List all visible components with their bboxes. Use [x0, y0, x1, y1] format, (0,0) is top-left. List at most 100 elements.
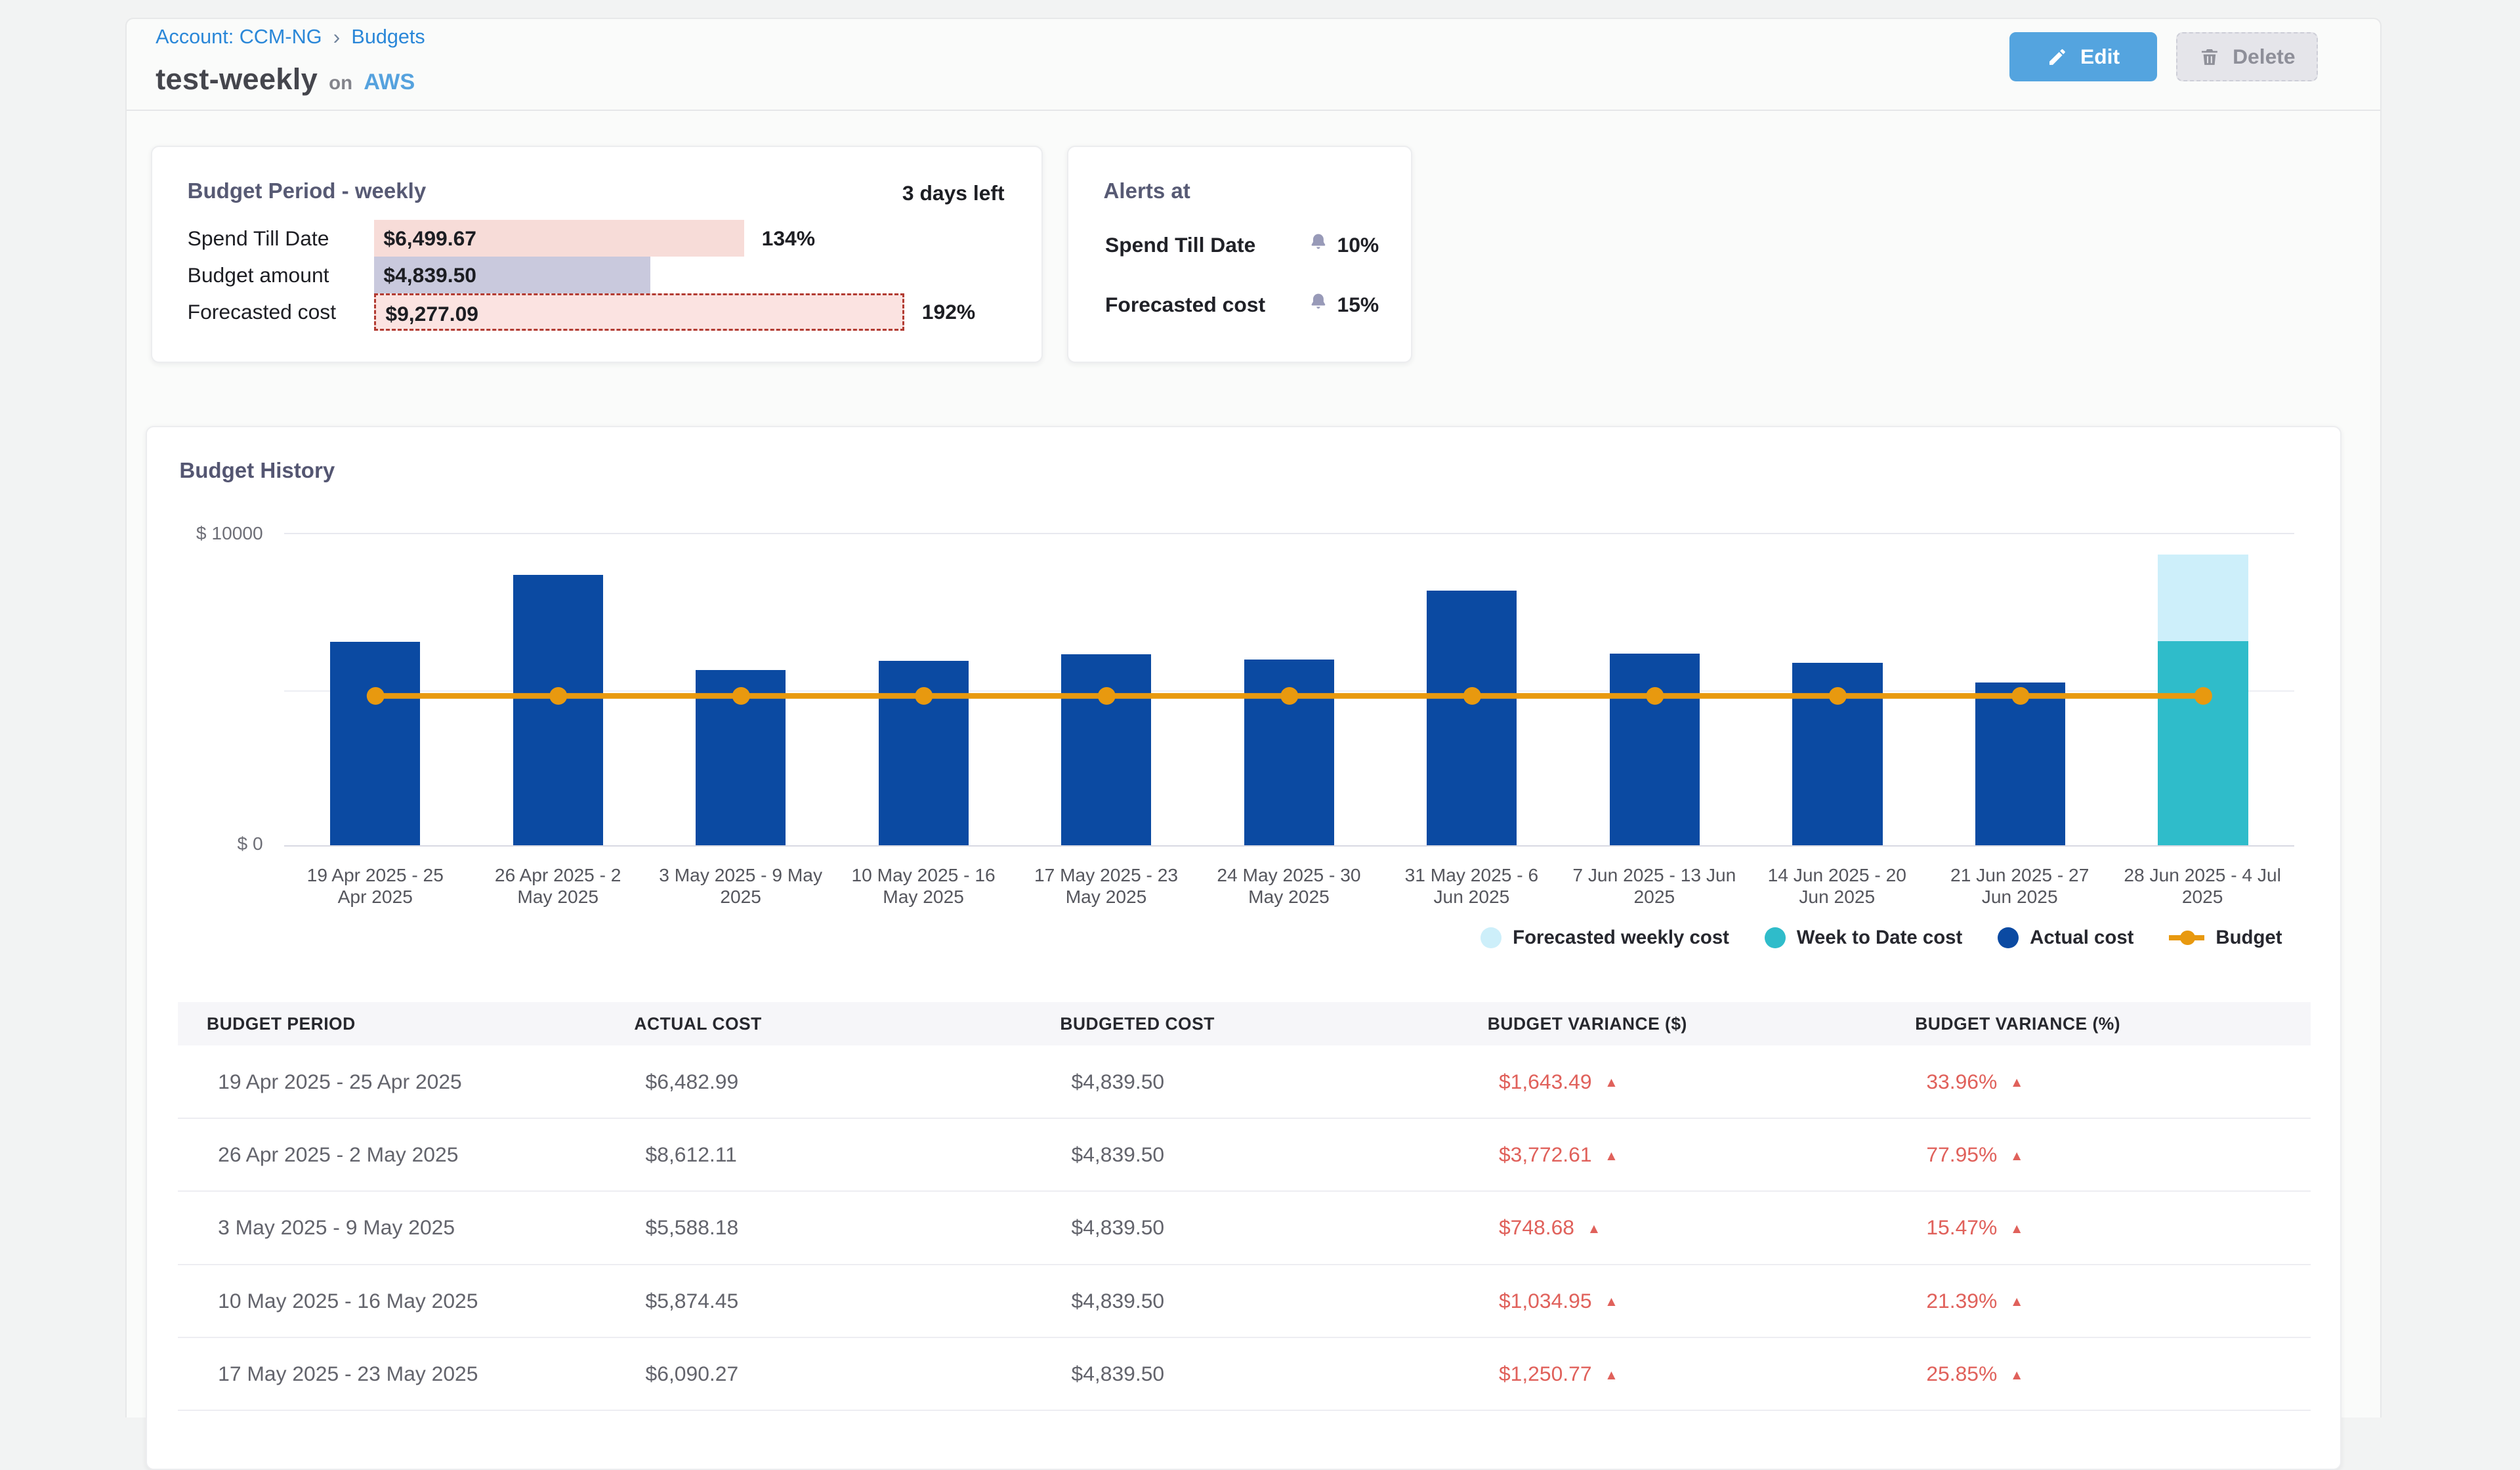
- title-connector: on: [329, 72, 352, 94]
- legend-item-week-to-date[interactable]: Week to Date cost: [1765, 927, 1962, 949]
- y-axis-label-zero: $ 0: [147, 833, 262, 854]
- budget-line-point: [2011, 687, 2029, 705]
- header-actions: Edit Delete: [2009, 32, 2318, 82]
- cell-budgeted-cost: $4,839.50: [1031, 1289, 1458, 1313]
- x-axis-label: 10 May 2025 - 16 May 2025: [832, 854, 1015, 908]
- x-axis-label: 3 May 2025 - 9 May 2025: [649, 854, 831, 908]
- breadcrumb-budgets-link[interactable]: Budgets: [351, 26, 425, 49]
- up-triangle-icon: ▲: [2010, 1221, 2024, 1236]
- budget-bar-percent: 192%: [922, 293, 975, 330]
- edit-button[interactable]: Edit: [2009, 32, 2157, 82]
- content-panel: Account: CCM-NG › Budgets test-weekly on…: [125, 18, 2382, 1418]
- legend-item-budget[interactable]: Budget: [2169, 927, 2282, 949]
- cell-budgeted-cost: $4,839.50: [1031, 1070, 1458, 1094]
- breadcrumb-account-link[interactable]: Account: CCM-NG: [156, 26, 322, 49]
- legend-item-forecasted[interactable]: Forecasted weekly cost: [1480, 927, 1729, 949]
- cell-budgeted-cost: $4,839.50: [1031, 1215, 1458, 1240]
- column-header-budgeted-cost: BUDGETED COST: [1031, 1014, 1458, 1034]
- budget-bar-row: Forecasted cost$9,277.09192%: [152, 293, 1041, 330]
- budget-bar-label: Forecasted cost: [152, 293, 374, 330]
- title-row: test-weekly on AWS: [156, 62, 415, 96]
- cell-budget-period: 26 Apr 2025 - 2 May 2025: [178, 1143, 605, 1167]
- chart-plot-area: [284, 533, 2295, 847]
- bell-icon: [1308, 290, 1329, 319]
- column-header-actual-cost: ACTUAL COST: [605, 1014, 1031, 1034]
- budget-line-point: [1828, 687, 1846, 705]
- budget-bar-label: Spend Till Date: [152, 220, 374, 257]
- up-triangle-icon: ▲: [1605, 1294, 1618, 1309]
- cell-budget-variance-pct: 33.96%▲: [1886, 1070, 2311, 1094]
- breadcrumb-separator-icon: ›: [333, 28, 341, 47]
- cell-budget-variance-usd: $1,250.77▲: [1459, 1362, 1886, 1386]
- legend-item-actual[interactable]: Actual cost: [1998, 927, 2133, 949]
- table-row: 10 May 2025 - 16 May 2025$5,874.45$4,839…: [178, 1265, 2311, 1338]
- budget-history-table: BUDGET PERIOD ACTUAL COST BUDGETED COST …: [178, 1002, 2311, 1411]
- up-triangle-icon: ▲: [1587, 1221, 1601, 1236]
- edit-button-label: Edit: [2080, 45, 2120, 69]
- actual-legend-dot-icon: [1998, 927, 2019, 948]
- legend-label: Week to Date cost: [1797, 927, 1962, 949]
- table-body: 19 Apr 2025 - 25 Apr 2025$6,482.99$4,839…: [178, 1045, 2311, 1411]
- pencil-icon: [2047, 47, 2068, 68]
- alerts-card: Alerts at Spend Till Date10%Forecasted c…: [1067, 146, 1413, 363]
- column-header-budget-period: BUDGET PERIOD: [178, 1014, 605, 1034]
- up-triangle-icon: ▲: [2010, 1294, 2024, 1309]
- alert-label: Spend Till Date: [1105, 233, 1308, 257]
- cell-budget-variance-usd: $1,034.95▲: [1459, 1289, 1886, 1313]
- cell-budgeted-cost: $4,839.50: [1031, 1362, 1458, 1386]
- budget-line-point: [2194, 687, 2212, 705]
- cell-budget-variance-pct: 15.47%▲: [1886, 1215, 2311, 1240]
- up-triangle-icon: ▲: [1605, 1075, 1618, 1090]
- cell-budget-variance-usd: $748.68▲: [1459, 1215, 1886, 1240]
- budget-line-point: [366, 687, 384, 705]
- x-axis-label: 31 May 2025 - 6 Jun 2025: [1380, 854, 1563, 908]
- cell-budget-period: 3 May 2025 - 9 May 2025: [178, 1215, 605, 1240]
- budget-bar-label: Budget amount: [152, 257, 374, 293]
- budget-line-point: [1280, 687, 1298, 705]
- budget-bar-row: Budget amount$4,839.50: [152, 257, 1041, 293]
- x-axis-label: 21 Jun 2025 - 27 Jun 2025: [1928, 854, 2110, 908]
- budget-period-rows: Spend Till Date$6,499.67134%Budget amoun…: [152, 220, 1041, 331]
- x-axis-labels: 19 Apr 2025 - 25 Apr 202526 Apr 2025 - 2…: [284, 854, 2295, 908]
- spend-bar: $6,499.67: [374, 220, 744, 257]
- budget-bar-percent: 134%: [762, 220, 815, 257]
- budget-legend-line-icon: [2169, 935, 2204, 940]
- alert-row: Forecasted cost 15%: [1105, 290, 1379, 319]
- x-axis-label: 7 Jun 2025 - 13 Jun 2025: [1563, 854, 1746, 908]
- alert-threshold-group: 10%: [1308, 231, 1379, 260]
- cell-actual-cost: $6,090.27: [605, 1362, 1031, 1386]
- up-triangle-icon: ▲: [1605, 1148, 1618, 1164]
- alert-threshold-value: 10%: [1337, 233, 1379, 257]
- x-axis-label: 28 Jun 2025 - 4 Jul 2025: [2111, 854, 2294, 908]
- x-axis-label: 14 Jun 2025 - 20 Jun 2025: [1746, 854, 1928, 908]
- budget-history-card: Budget History $ 10000 $ 0 19 Apr 2025 -…: [146, 426, 2341, 1470]
- budget-line-point: [915, 687, 933, 705]
- budget-period-card-title: Budget Period - weekly: [188, 179, 427, 204]
- cell-budget-variance-usd: $3,772.61▲: [1459, 1143, 1886, 1167]
- alert-threshold-group: 15%: [1308, 290, 1379, 319]
- legend-label: Forecasted weekly cost: [1513, 927, 1729, 949]
- alert-row: Spend Till Date 10%: [1105, 231, 1379, 260]
- alert-label: Forecasted cost: [1105, 293, 1308, 317]
- chart-legend: Forecasted weekly cost Week to Date cost…: [1480, 927, 2282, 949]
- forecasted-legend-dot-icon: [1480, 927, 1502, 948]
- budget-bar: $4,839.50: [374, 257, 650, 293]
- budget-history-title: Budget History: [179, 459, 335, 484]
- cell-actual-cost: $6,482.99: [605, 1070, 1031, 1094]
- alert-threshold-value: 15%: [1337, 293, 1379, 317]
- week-to-date-legend-dot-icon: [1765, 927, 1786, 948]
- column-header-budget-variance-pct: BUDGET VARIANCE (%): [1886, 1014, 2311, 1034]
- x-axis-label: 19 Apr 2025 - 25 Apr 2025: [284, 854, 467, 908]
- legend-label: Actual cost: [2030, 927, 2133, 949]
- cell-budget-variance-pct: 25.85%▲: [1886, 1362, 2311, 1386]
- budget-line-series: [284, 534, 2295, 848]
- cell-actual-cost: $8,612.11: [605, 1143, 1031, 1167]
- page-title: test-weekly: [156, 62, 318, 96]
- up-triangle-icon: ▲: [2010, 1148, 2024, 1164]
- bell-icon: [1308, 231, 1329, 260]
- delete-button[interactable]: Delete: [2176, 32, 2318, 82]
- x-axis-label: 24 May 2025 - 30 May 2025: [1198, 854, 1380, 908]
- up-triangle-icon: ▲: [2010, 1075, 2024, 1090]
- cell-budget-variance-pct: 21.39%▲: [1886, 1289, 2311, 1313]
- page-header: Account: CCM-NG › Budgets test-weekly on…: [127, 19, 2380, 111]
